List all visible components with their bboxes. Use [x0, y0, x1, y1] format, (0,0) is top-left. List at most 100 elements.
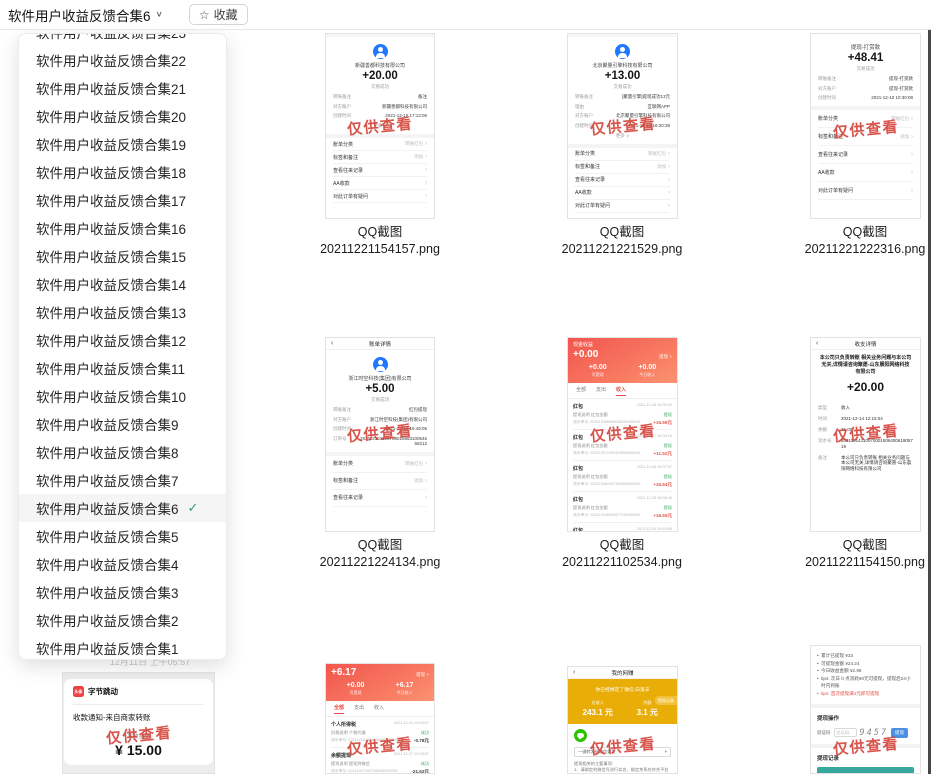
detail-row: 转账备注[聚量引擎]提现成功13元	[575, 94, 670, 100]
file-caption[interactable]: QQ截图 20211221154157.png	[295, 224, 465, 258]
dropdown-item[interactable]: 软件用户收益反馈合集16	[19, 214, 226, 242]
dropdown-item-label: 软件用户收益反馈合集11	[36, 358, 185, 378]
row-value: 2021-12-10 10:30:08	[871, 95, 913, 101]
dropdown-item-label: 软件用户收益反馈合集1	[36, 638, 179, 658]
dropdown-item[interactable]: 软件用户收益反馈合集5	[19, 522, 226, 550]
bullet-item: 累计已提现 ¥33	[817, 652, 914, 660]
row-value: 红包提现	[409, 407, 427, 413]
dropdown-item[interactable]: 软件用户收益反馈合集1	[19, 634, 226, 660]
collection-title-dropdown-trigger[interactable]: 软件用户收益反馈合集6 ∨	[8, 5, 163, 25]
dropdown-item-label: 软件用户收益反馈合集6	[36, 498, 179, 518]
dropdown-item[interactable]: 软件用户收益反馈合集11	[19, 354, 226, 382]
file-name-line1: QQ截图	[780, 224, 931, 241]
dropdown-item[interactable]: 软件用户收益反馈合集20	[19, 102, 226, 130]
dropdown-item[interactable]: 软件用户收益反馈合集22	[19, 46, 226, 74]
dropdown-item[interactable]: 软件用户收益反馈合集17	[19, 186, 226, 214]
notice-line: 1、请绑定的微信号进行实名，绑定关系应符合平台规则，否则无法到账	[574, 767, 671, 774]
entry-title: 个人所得税	[331, 721, 356, 728]
dropdown-item[interactable]: 软件用户收益反馈合集3	[19, 578, 226, 606]
income-entry: 红包2021-12-03 09:18:55 提现说明 红包金额提现 流水单号: …	[573, 523, 672, 533]
row-value: 收入	[841, 405, 850, 411]
link-row: 对此订单有疑问	[818, 182, 913, 200]
dropdown-item-label: 软件用户收益反馈合集14	[36, 274, 186, 294]
income-tab: 收入	[616, 386, 626, 396]
dropdown-item[interactable]: 软件用户收益反馈合集7	[19, 466, 226, 494]
dropdown-item[interactable]: 软件用户收益反馈合集21	[19, 74, 226, 102]
file-caption[interactable]: QQ截图 20211221224134.png	[295, 537, 465, 571]
link-value	[423, 167, 427, 173]
payee-name: 提现-打赏款	[811, 43, 920, 51]
dropdown-item-label: 软件用户收益反馈合集19	[36, 134, 186, 154]
toutiao-app-icon: 头条	[73, 686, 84, 697]
dropdown-item[interactable]: 软件用户收益反馈合集15	[19, 242, 226, 270]
stat-value: 243.1 元	[573, 707, 623, 718]
dropdown-item[interactable]: 软件用户收益反馈合集10	[19, 382, 226, 410]
thumbnail-cash-income-2[interactable]: +6.17 提现 > +0.00可提现+6.17今日收入 全部支出收入 个人所得…	[325, 663, 435, 774]
thumbnail-alipay-13[interactable]: 北京聚量引擎科技有限公司 +13.00 交易成功 转账备注[聚量引擎]提现成功1…	[567, 33, 678, 219]
entry-note: 提现说明 提现到微信	[331, 761, 370, 767]
entry-serial: 流水单号: 20211206010735950004605034	[573, 482, 640, 488]
link-value: 转账红包	[648, 151, 670, 157]
thumbnail-income-detail[interactable]: 收支详情 本公司只负责转账 相关业务问题与本公司无关,详情请咨询聚愿-山东晨阳网…	[810, 337, 921, 532]
dropdown-item[interactable]: 软件用户收益反馈合集14	[19, 270, 226, 298]
bullet-text: tips: 次日 0 点消耗90元可提现，提现后24小时内到账	[821, 675, 914, 690]
file-caption[interactable]: QQ截图 20211221221529.png	[537, 224, 707, 258]
thumbnail-alipay-48[interactable]: 提现-打赏款 +48.41 交易成功 转账备注提现-打赏款对方账户提现-打赏款创…	[810, 33, 921, 219]
favorite-label: 收藏	[214, 6, 238, 23]
thumbnail-alipay-20[interactable]: 新疆善都科技有限公司 +20.00 交易成功 转账备注备注对方账户新疆善都科技有…	[325, 33, 435, 219]
link-row: 账单分类转账红包	[333, 138, 427, 151]
thumbnail-withdraw-page[interactable]: 累计已提现 ¥33可提现金额 ¥24.24今日收益金额 ¥2.98tips: 次…	[810, 645, 921, 774]
entry-tag: 提现	[664, 474, 672, 480]
dropdown-item-label: 软件用户收益反馈合集20	[36, 106, 186, 126]
dropdown-item[interactable]: 软件用户收益反馈合集19	[19, 130, 226, 158]
detail-row: 对方账户提现-打赏款	[818, 86, 913, 92]
link-value: 添加	[414, 478, 427, 484]
thumbnail-bytedance-payment[interactable]: 头条 字节跳动 收款通知-来自商家转账 收款金额 ¥ 15.00 仅供查看	[62, 672, 215, 774]
dropdown-item[interactable]: 软件用户收益反馈合集18	[19, 158, 226, 186]
entry-date: 2021-12-05 08:35:45	[637, 496, 672, 503]
row-value: 备注	[418, 94, 427, 100]
dropdown-item-label: 软件用户收益反馈合集2	[36, 610, 179, 630]
payee-avatar-icon	[615, 44, 630, 59]
status-text: 交易成功	[811, 66, 920, 72]
link-value	[666, 177, 670, 183]
entry-serial: 流水单号: 20211204000457715005005098	[573, 513, 640, 519]
detail-row: 类型收入	[818, 405, 913, 411]
row-value: 新疆善都科技有限公司	[382, 104, 427, 110]
dropdown-item[interactable]: 软件用户收益反馈合集23	[19, 33, 226, 46]
dropdown-item[interactable]: 软件用户收益反馈合集13	[19, 298, 226, 326]
row-label: 时间	[818, 416, 835, 422]
row-label: 对方账户	[818, 86, 836, 92]
bullet-text: 今日收益金额 ¥2.98	[821, 667, 861, 675]
thumbnail-wangzhuan[interactable]: 我的网赚 你已经绑定了微信:白鬼辛 提现记录 总收入 243.1 元 余额 3.…	[567, 666, 678, 774]
income-app-header: +6.17 提现 > +0.00可提现+6.17今日收入	[326, 664, 434, 701]
entry-note: 提现说明 红包金额	[573, 412, 608, 418]
entry-title: 红包	[573, 465, 583, 472]
file-caption[interactable]: QQ截图 20211221102534.png	[537, 537, 707, 571]
thumbnail-bill-detail[interactable]: 账单详情 浙江时空科技(集团)有限公司 +5.00 交易成功 转账备注红包提现对…	[325, 337, 435, 532]
file-caption[interactable]: QQ截图 20211221222316.png	[780, 224, 931, 258]
dropdown-item[interactable]: 软件用户收益反馈合集6 ✓	[19, 494, 226, 522]
dropdown-item[interactable]: 软件用户收益反馈合集9	[19, 410, 226, 438]
stat-cell: 总收入 243.1 元	[573, 700, 623, 718]
dropdown-item-label: 软件用户收益反馈合集15	[36, 246, 186, 266]
link-value	[423, 495, 427, 501]
file-caption[interactable]: QQ截图 20211221154150.png	[780, 537, 931, 571]
dropdown-item[interactable]: 软件用户收益反馈合集2	[19, 606, 226, 634]
row-label: 转账备注	[333, 407, 351, 413]
favorite-button[interactable]: ☆ 收藏	[189, 4, 248, 25]
dropdown-item[interactable]: 软件用户收益反馈合集4	[19, 550, 226, 578]
link-row: 账单分类转账红包	[575, 148, 670, 161]
chevron-down-icon: ∨	[156, 10, 163, 19]
detail-row: 备注本公司只负责转账 相关业务问题与本公司无关,详情请咨询聚愿-山东晨阳网络科技…	[818, 455, 913, 472]
thumbnail-cash-income[interactable]: 现金收益 +0.00 提现 > +0.00可提现+0.00今日收入 全部支出收入…	[567, 337, 678, 532]
link-row: AA收款	[818, 164, 913, 182]
income-tab: 全部	[576, 386, 586, 396]
row-label: 对方账户	[333, 104, 351, 110]
dropdown-item[interactable]: 软件用户收益反馈合集8	[19, 438, 226, 466]
file-name-line1: QQ截图	[537, 224, 707, 241]
row-label: 理由	[575, 104, 584, 110]
detail-row: 对方账户 新疆善都科技有限公司	[333, 104, 427, 110]
stat-cell: +0.00今日收入	[623, 364, 673, 378]
dropdown-item[interactable]: 软件用户收益反馈合集12	[19, 326, 226, 354]
